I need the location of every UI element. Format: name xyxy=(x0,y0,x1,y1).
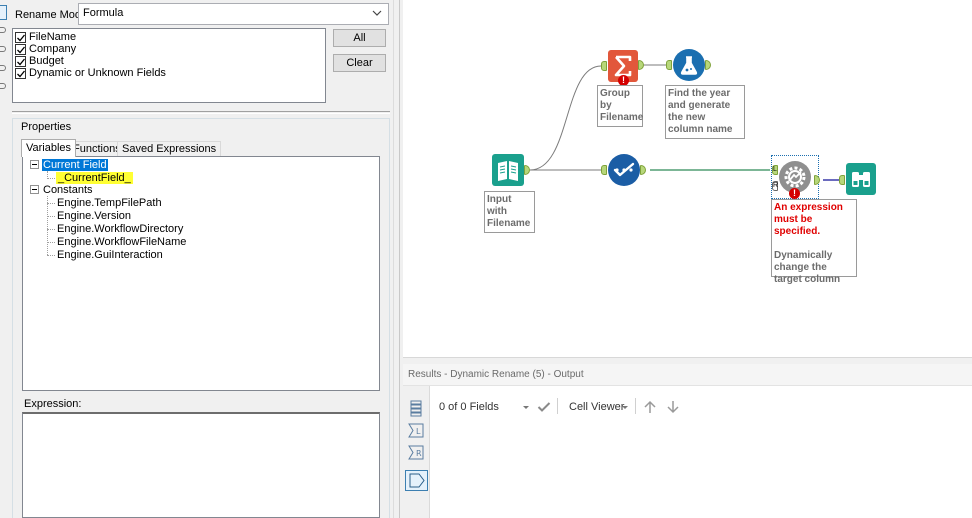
palette-toggle-button[interactable] xyxy=(0,5,7,20)
field-row-dynamic[interactable]: Dynamic or Unknown Fields xyxy=(15,67,323,79)
tool-palette-strip xyxy=(0,0,8,518)
chevron-down-icon[interactable] xyxy=(622,406,628,409)
toolbar-separator xyxy=(635,398,636,414)
left-input-anchor[interactable]: L xyxy=(772,165,778,175)
section-divider xyxy=(12,111,390,114)
left-anchor-icon[interactable]: L xyxy=(407,422,425,439)
rename-annotation-text: Dynamically change the target column xyxy=(774,250,841,285)
results-toolbar: 0 of 0 Fields Cell Viewer xyxy=(430,386,972,416)
input-anchor[interactable] xyxy=(839,175,845,185)
palette-icon[interactable] xyxy=(0,46,6,52)
tree-node-constants[interactable]: Constants xyxy=(43,184,93,196)
field-label: Company xyxy=(29,43,77,55)
rename-error-text: An expression must be specified. xyxy=(774,202,843,237)
select-tool[interactable] xyxy=(608,154,640,186)
rename-annotation-box: An expression must be specified. Dynamic… xyxy=(771,199,857,285)
checkmark-icon[interactable] xyxy=(537,401,551,413)
tree-connector xyxy=(47,178,55,179)
input-annotation: Input with Filename xyxy=(484,191,535,233)
tab-variables[interactable]: Variables xyxy=(21,139,77,157)
tree-connector xyxy=(47,255,55,256)
field-label: Budget xyxy=(29,55,64,67)
chevron-down-icon[interactable] xyxy=(523,406,529,409)
input-anchor[interactable] xyxy=(601,61,607,71)
cell-viewer-dropdown[interactable]: Cell Viewer xyxy=(569,401,624,413)
palette-icon[interactable] xyxy=(0,83,6,89)
flask-icon xyxy=(680,56,698,75)
tree-connector xyxy=(47,196,48,255)
svg-text:L: L xyxy=(416,427,421,436)
output-anchor-icon xyxy=(409,473,425,488)
field-row-company[interactable]: Company xyxy=(15,43,323,55)
right-input-anchor[interactable]: R xyxy=(772,181,778,191)
collapse-toggle[interactable] xyxy=(30,160,39,169)
binoculars-icon xyxy=(852,172,870,187)
properties-title: Properties xyxy=(19,121,74,133)
expression-editor[interactable] xyxy=(22,412,380,518)
input-anchor[interactable] xyxy=(601,165,607,175)
clear-button[interactable]: Clear xyxy=(333,54,386,72)
field-checkbox[interactable] xyxy=(15,55,26,67)
tree-node-currentfield-variable[interactable]: _CurrentField_ xyxy=(56,172,133,184)
right-anchor-icon[interactable]: R xyxy=(407,444,425,461)
expression-label: Expression: xyxy=(24,398,82,410)
configuration-panel: Rename Mode: Formula FileName Company Bu… xyxy=(0,0,393,518)
tree-connector xyxy=(47,203,55,204)
results-header: Results - Dynamic Rename (5) - Output xyxy=(403,364,972,386)
collapse-toggle[interactable] xyxy=(30,185,39,194)
fields-count[interactable]: 0 of 0 Fields xyxy=(439,401,499,413)
error-icon: ! xyxy=(789,188,800,199)
tab-saved-expressions[interactable]: Saved Expressions xyxy=(117,141,222,156)
field-row-filename[interactable]: FileName xyxy=(15,31,323,43)
input-anchor[interactable] xyxy=(666,60,672,70)
tree-node-current-field[interactable]: Current Field xyxy=(42,159,108,171)
formula-tool[interactable] xyxy=(673,49,705,81)
field-row-budget[interactable]: Budget xyxy=(15,55,323,67)
tree-connector xyxy=(47,216,55,217)
palette-icon[interactable] xyxy=(0,65,6,71)
field-label: Dynamic or Unknown Fields xyxy=(29,67,166,79)
svg-text:R: R xyxy=(416,449,422,458)
results-panel: Results - Dynamic Rename (5) - Output L … xyxy=(403,364,972,518)
field-checkbox[interactable] xyxy=(15,43,26,55)
tree-node-constant[interactable]: Engine.GuiInteraction xyxy=(57,249,163,261)
chevron-down-icon xyxy=(372,10,382,16)
browse-tool[interactable] xyxy=(846,163,876,195)
toolbar-separator xyxy=(557,398,558,414)
workflow-canvas[interactable]: Input with Filename ! Group by Filename … xyxy=(403,0,972,357)
field-label: FileName xyxy=(29,31,77,43)
field-checkbox[interactable] xyxy=(15,67,26,79)
palette-icon[interactable] xyxy=(0,27,6,33)
rename-mode-dropdown[interactable]: Formula xyxy=(78,3,389,25)
input-data-tool[interactable] xyxy=(492,154,524,186)
select-all-button[interactable]: All xyxy=(333,29,386,47)
formula-annotation: Find the year and generate the new colum… xyxy=(665,85,745,139)
summarize-annotation: Group by Filename xyxy=(597,85,643,127)
checkmark-icon xyxy=(613,162,635,177)
horizontal-splitter[interactable] xyxy=(403,357,972,364)
book-icon xyxy=(498,161,518,181)
field-checklist: FileName Company Budget Dynamic or Unkno… xyxy=(12,28,326,103)
arrow-down-icon[interactable] xyxy=(666,400,680,414)
tree-node-constant[interactable]: Engine.WorkflowDirectory xyxy=(57,223,183,235)
vertical-splitter[interactable] xyxy=(393,0,403,518)
tree-node-constant[interactable]: Engine.WorkflowFileName xyxy=(57,236,186,248)
tree-connector xyxy=(47,229,55,230)
results-sidebar: L R xyxy=(403,386,430,518)
rename-mode-value: Formula xyxy=(83,7,124,19)
tree-node-constant[interactable]: Engine.TempFilePath xyxy=(57,197,162,209)
output-anchor-tab[interactable] xyxy=(405,470,428,491)
tree-connector xyxy=(47,242,55,243)
tree-node-constant[interactable]: Engine.Version xyxy=(57,210,131,222)
data-rows-icon[interactable] xyxy=(407,400,425,417)
field-checkbox[interactable] xyxy=(15,31,26,43)
arrow-up-icon[interactable] xyxy=(643,400,657,414)
connection-input-summarize xyxy=(529,65,602,171)
variables-tree: Current Field _CurrentField_ Constants E… xyxy=(22,156,380,391)
